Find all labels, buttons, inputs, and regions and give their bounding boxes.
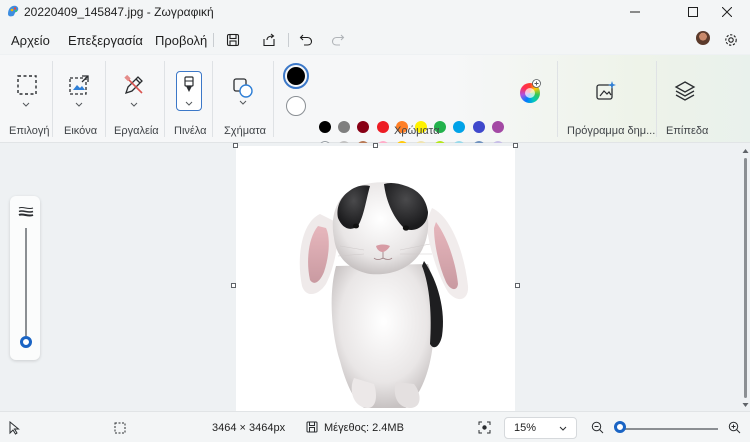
title-bar: 20220409_145847.jpg - Ζωγραφική — [0, 0, 750, 24]
group-label-shapes: Σχήματα — [224, 125, 266, 137]
selection-rectangle-icon — [17, 75, 37, 95]
chevron-down-icon — [239, 100, 247, 105]
share-icon — [263, 33, 275, 47]
image-sparkle-icon — [596, 81, 616, 100]
menu-view[interactable]: Προβολή — [155, 33, 207, 48]
group-label-image: Εικόνα — [64, 125, 98, 137]
minimize-icon — [630, 11, 640, 13]
color-swatch[interactable] — [491, 121, 504, 133]
menu-bar: Αρχείο Επεξεργασία Προβολή — [0, 24, 750, 54]
primary-color-button[interactable] — [283, 63, 309, 89]
scroll-down-icon[interactable] — [742, 402, 749, 408]
zoom-out-icon[interactable] — [591, 421, 604, 434]
drawing-canvas[interactable] — [236, 146, 515, 411]
chevron-down-icon — [130, 102, 138, 107]
group-label-brushes: Πινέλα — [174, 125, 207, 137]
group-label-selection: Επιλογή — [9, 125, 50, 137]
selection-size-icon — [114, 422, 126, 434]
group-label-cocreator: Πρόγραμμα δημ... — [567, 125, 656, 137]
brushes-button[interactable] — [176, 71, 202, 111]
brush-size-slider-track[interactable] — [25, 228, 27, 336]
zoom-in-icon[interactable] — [728, 421, 741, 434]
rabbit-image — [299, 182, 469, 408]
settings-button[interactable] — [720, 29, 742, 51]
color-swatch[interactable] — [453, 121, 466, 133]
resize-handle[interactable] — [373, 143, 378, 148]
resize-handle[interactable] — [513, 143, 518, 148]
avatar[interactable] — [696, 31, 710, 45]
resize-handle[interactable] — [233, 143, 238, 148]
chevron-down-icon — [22, 102, 30, 107]
group-label-colors: Χρώματα — [394, 125, 440, 137]
pencil-eraser-icon — [124, 74, 143, 95]
menu-edit[interactable]: Επεξεργασία — [68, 33, 143, 48]
color-swatch[interactable] — [376, 121, 389, 133]
image-crop-icon — [69, 75, 89, 95]
zoom-dropdown[interactable]: 15% — [504, 417, 577, 439]
close-icon — [722, 7, 732, 17]
cursor-position-icon — [9, 421, 20, 435]
vertical-scrollbar-thumb[interactable] — [744, 158, 747, 398]
redo-icon — [331, 34, 345, 46]
save-icon — [306, 421, 318, 433]
paint-app-icon — [8, 5, 19, 17]
brush-size-slider-handle[interactable] — [20, 336, 32, 348]
color-swatch[interactable] — [319, 121, 331, 133]
save-icon — [226, 33, 240, 47]
group-label-tools: Εργαλεία — [114, 125, 159, 137]
stroke-width-icon — [18, 206, 34, 217]
zoom-value: 15% — [514, 422, 537, 434]
undo-icon — [299, 34, 313, 46]
color-swatch[interactable] — [357, 121, 370, 133]
resize-handle[interactable] — [231, 283, 236, 288]
chevron-down-icon — [559, 426, 567, 431]
maximize-icon — [688, 7, 698, 17]
group-label-layers: Επίπεδα — [666, 125, 709, 137]
menu-file[interactable]: Αρχείο — [11, 33, 50, 48]
primary-color-swatch — [287, 67, 305, 85]
secondary-color-button[interactable] — [286, 96, 306, 116]
gear-icon — [725, 34, 737, 46]
status-bar: 3464 × 3464px Μέγεθος: 2.4MB 15% — [0, 411, 750, 442]
color-swatch[interactable] — [338, 121, 351, 133]
zoom-slider-track[interactable] — [618, 428, 718, 430]
plus-icon — [532, 79, 541, 88]
close-button[interactable] — [704, 0, 750, 24]
chevron-down-icon — [185, 101, 193, 106]
window-title: 20220409_145847.jpg - Ζωγραφική — [24, 5, 214, 19]
undo-button[interactable] — [295, 29, 317, 51]
resize-handle[interactable] — [515, 283, 520, 288]
redo-button[interactable] — [327, 29, 349, 51]
color-swatch[interactable] — [472, 121, 485, 133]
layers-icon — [674, 81, 696, 101]
share-button[interactable] — [258, 29, 280, 51]
scroll-up-icon[interactable] — [742, 148, 749, 154]
ribbon: Επιλογή Εικόνα Εργαλεία Πινέλα Σχήματα Χ… — [0, 55, 750, 172]
brush-icon — [184, 76, 194, 92]
chevron-down-icon — [75, 102, 83, 107]
zoom-slider-handle[interactable] — [614, 421, 626, 433]
file-size: Μέγεθος: 2.4MB — [324, 422, 404, 434]
save-button[interactable] — [222, 29, 244, 51]
canvas-dimensions: 3464 × 3464px — [212, 422, 286, 434]
shapes-icon — [233, 78, 253, 98]
fit-to-window-icon[interactable] — [478, 421, 491, 434]
edit-colors-button[interactable] — [520, 79, 541, 103]
minimize-button[interactable] — [612, 0, 658, 24]
